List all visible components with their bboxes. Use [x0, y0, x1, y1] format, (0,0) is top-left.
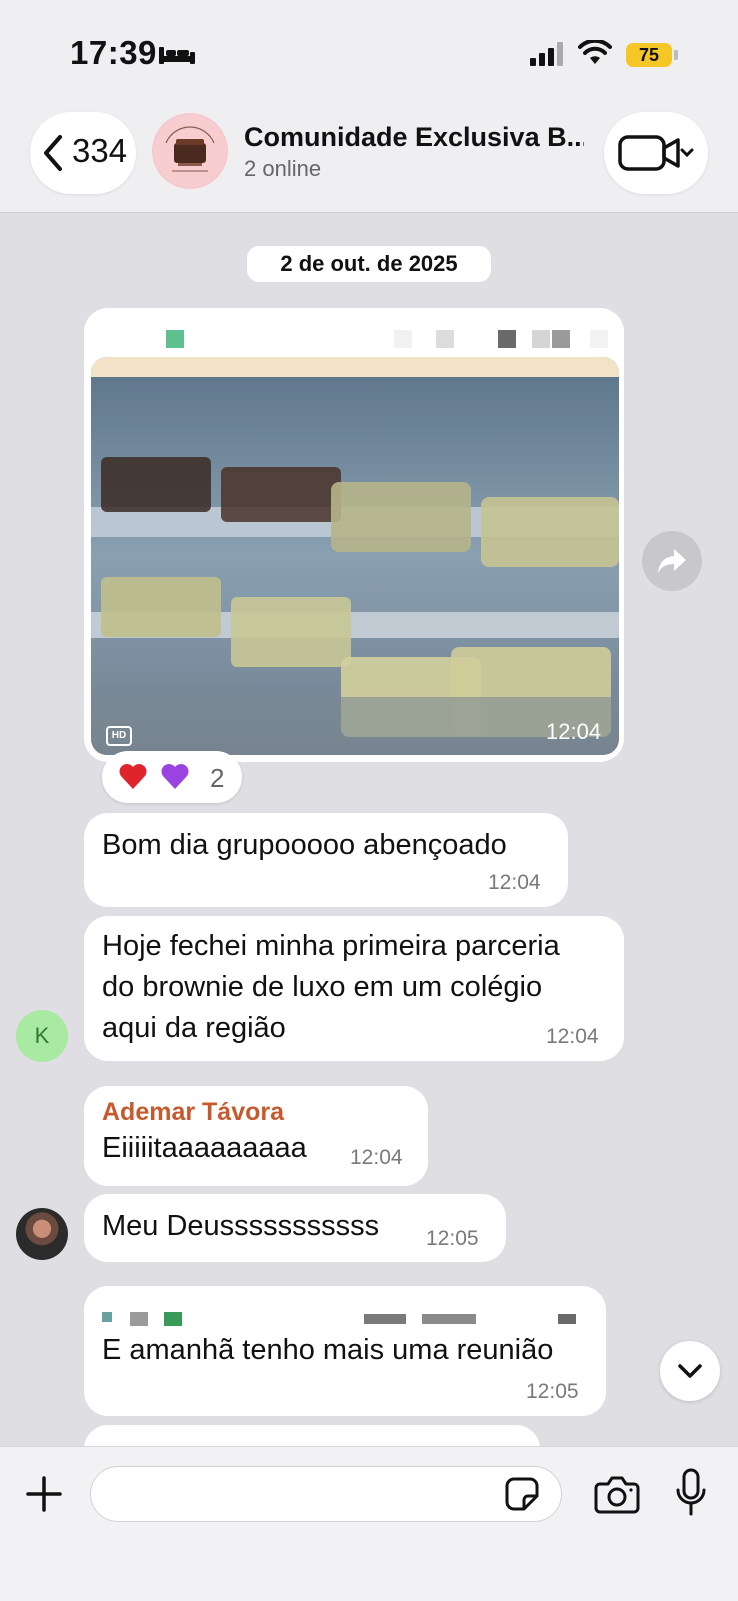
mic-button[interactable]: [676, 1468, 706, 1518]
sticker-icon: [505, 1477, 539, 1511]
share-icon: [658, 549, 686, 573]
message-text: Meu Deusssssssssss: [102, 1210, 380, 1242]
message-time: 12:04: [488, 871, 541, 894]
group-avatar[interactable]: [152, 113, 228, 189]
reply-quote-redacted: [102, 1312, 576, 1326]
message-text-line: Hoje fechei minha primeira parceria: [102, 930, 560, 962]
image-time: 12:04: [546, 719, 602, 744]
plus-icon: [26, 1476, 62, 1512]
wifi-icon: [578, 40, 612, 64]
date-separator: 2 de out. de 2025: [247, 246, 491, 282]
message-bubble[interactable]: Ademar Távora Eiiiiitaaaaaaaaa 12:04: [84, 1086, 428, 1186]
message-time: 12:04: [546, 1025, 599, 1048]
message-text-line: aqui da região: [102, 1012, 286, 1044]
message-photo[interactable]: [91, 357, 619, 755]
message-bubble[interactable]: Bom dia grupooooo abençoado 12:04: [84, 813, 568, 907]
message-input[interactable]: [90, 1466, 562, 1522]
sender-name-redacted: [166, 330, 608, 348]
message-text: Eiiiiitaaaaaaaaa: [102, 1132, 307, 1164]
message-time: 12:04: [350, 1146, 403, 1169]
attach-button[interactable]: [24, 1474, 64, 1514]
chat-title[interactable]: Comunidade Exclusiva B...: [244, 122, 584, 153]
battery-tip: [674, 50, 678, 60]
unread-count: 334: [72, 132, 128, 169]
battery-indicator: 75: [626, 43, 672, 67]
scroll-down-icon: [678, 1364, 702, 1378]
red-heart-icon: [119, 764, 147, 789]
avatar[interactable]: K: [16, 1010, 68, 1062]
brownie-logo-icon: [154, 115, 226, 187]
bakery-display-photo: [91, 357, 619, 755]
message-text-line: do brownie de luxo em um colégio: [102, 971, 543, 1003]
online-status: 2 online: [244, 156, 322, 181]
camera-icon: [594, 1476, 640, 1514]
scroll-to-bottom-button[interactable]: [660, 1341, 720, 1401]
back-chevron-icon: [44, 135, 62, 171]
message-text: E amanhã tenho mais uma reunião: [102, 1334, 554, 1366]
message-text: Bom dia grupooooo abençoado: [102, 829, 507, 861]
mic-icon: [676, 1468, 706, 1516]
reaction-count: 2: [210, 763, 225, 793]
sticker-button[interactable]: [504, 1476, 540, 1512]
hd-badge: HD: [106, 726, 132, 746]
message-bubble[interactable]: Hoje fechei minha primeira parceria do b…: [84, 916, 624, 1061]
status-time: 17:39: [70, 34, 157, 71]
share-button[interactable]: [642, 531, 702, 591]
video-camera-icon: [618, 135, 694, 171]
message-bubble[interactable]: E amanhã tenho mais uma reunião 12:05: [84, 1286, 606, 1416]
avatar[interactable]: [16, 1208, 68, 1260]
message-time: 12:05: [426, 1227, 479, 1250]
video-call-button[interactable]: [604, 112, 708, 194]
message-time: 12:05: [526, 1380, 579, 1403]
bed-icon: [159, 47, 195, 64]
signal-icon: [530, 42, 563, 66]
message-bubble[interactable]: Meu Deusssssssssss 12:05: [84, 1194, 506, 1262]
purple-heart-icon: [161, 764, 189, 789]
sender-name[interactable]: Ademar Távora: [102, 1098, 284, 1127]
camera-button[interactable]: [594, 1474, 640, 1514]
